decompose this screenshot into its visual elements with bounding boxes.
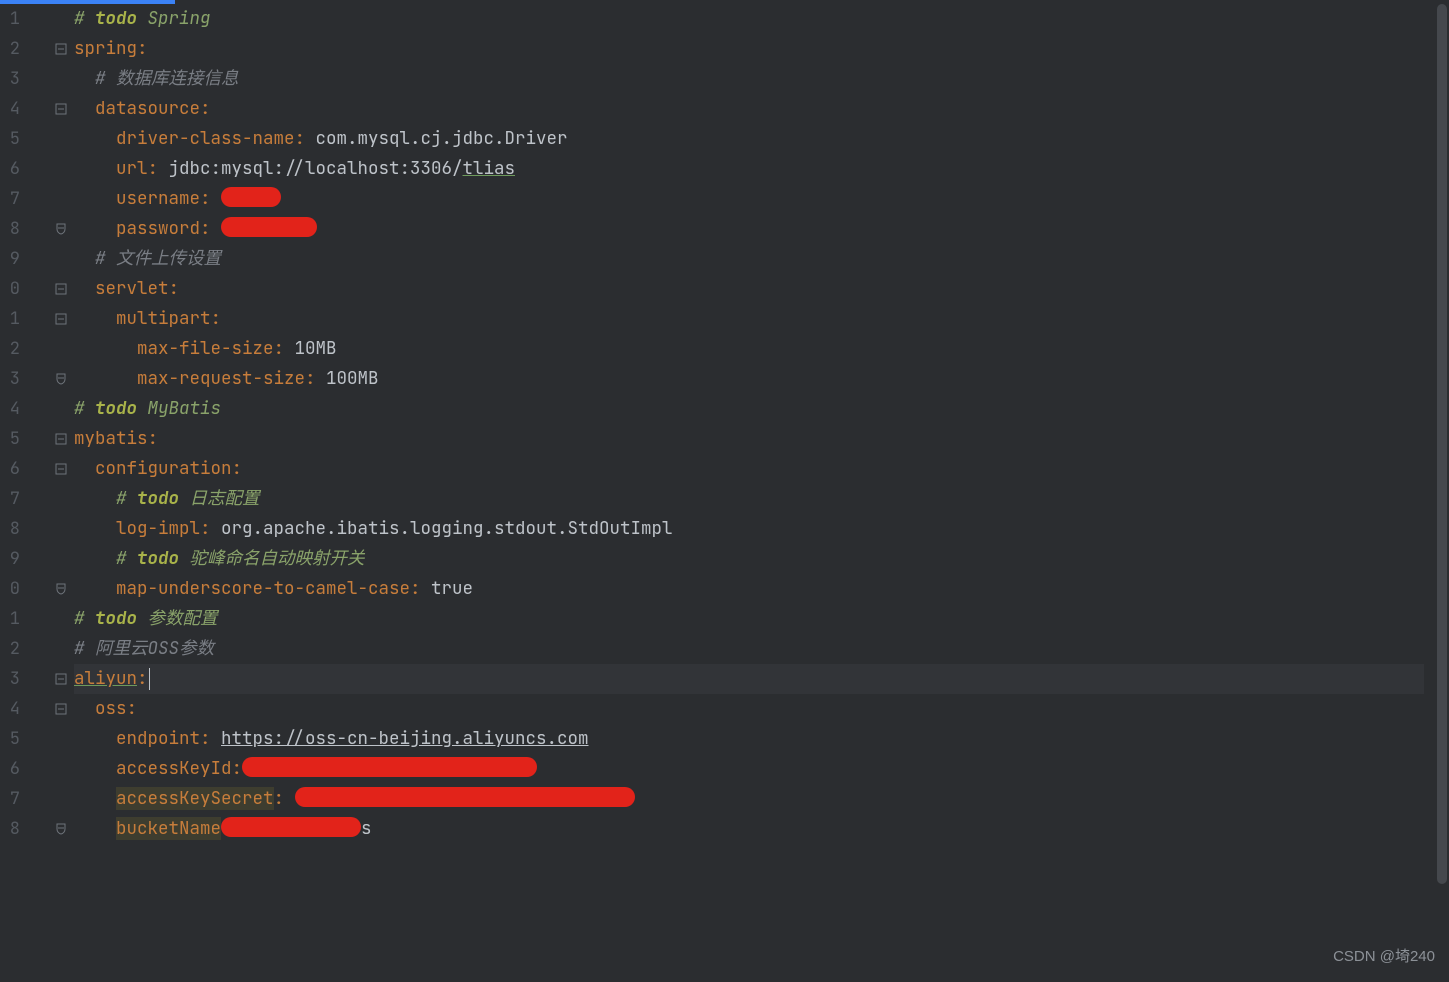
code-line[interactable]: accessKeySecret:	[74, 784, 1424, 814]
code-line[interactable]: max-file-size: 10MB	[74, 334, 1424, 364]
code-line[interactable]: mybatis:	[74, 424, 1424, 454]
fold-icon	[50, 544, 72, 574]
code-line[interactable]: configuration:	[74, 454, 1424, 484]
code-line[interactable]: aliyun:	[74, 664, 1424, 694]
code-line[interactable]: accessKeyId:	[74, 754, 1424, 784]
fold-icon[interactable]	[50, 424, 72, 454]
fold-icon	[50, 394, 72, 424]
line-number: 3	[0, 664, 50, 694]
code-line[interactable]: log-impl: org.apache.ibatis.logging.stdo…	[74, 514, 1424, 544]
line-number: 4	[0, 694, 50, 724]
line-number: 8	[0, 814, 50, 844]
code-line[interactable]: oss:	[74, 694, 1424, 724]
fold-icon	[50, 244, 72, 274]
fold-icon	[50, 754, 72, 784]
fold-icon[interactable]	[50, 214, 72, 244]
line-number: 9	[0, 244, 50, 274]
scrollbar-thumb[interactable]	[1437, 4, 1447, 884]
code-line[interactable]: # 阿里云OSS参数	[74, 634, 1424, 664]
line-number: 9	[0, 544, 50, 574]
line-number: 4	[0, 394, 50, 424]
fold-icon[interactable]	[50, 574, 72, 604]
fold-icon	[50, 514, 72, 544]
line-number: 3	[0, 64, 50, 94]
code-line[interactable]: spring:	[74, 34, 1424, 64]
fold-icon	[50, 724, 72, 754]
fold-icon[interactable]	[50, 94, 72, 124]
line-number: 0	[0, 274, 50, 304]
line-number: 7	[0, 484, 50, 514]
line-number: 2	[0, 34, 50, 64]
code-line[interactable]: # 文件上传设置	[74, 244, 1424, 274]
line-number: 5	[0, 724, 50, 754]
line-number: 6	[0, 454, 50, 484]
fold-gutter[interactable]	[50, 4, 72, 982]
code-line[interactable]: # todo 参数配置	[74, 604, 1424, 634]
line-number: 5	[0, 124, 50, 154]
code-line[interactable]: map-underscore-to-camel-case: true	[74, 574, 1424, 604]
fold-icon	[50, 484, 72, 514]
fold-icon[interactable]	[50, 274, 72, 304]
fold-icon[interactable]	[50, 454, 72, 484]
line-number: 2	[0, 634, 50, 664]
code-line[interactable]: # 数据库连接信息	[74, 64, 1424, 94]
fold-icon[interactable]	[50, 34, 72, 64]
code-line[interactable]: username:	[74, 184, 1424, 214]
watermark: CSDN @埼240	[1333, 942, 1435, 972]
line-number: 2	[0, 334, 50, 364]
code-line[interactable]: bucketNames	[74, 814, 1424, 844]
fold-icon	[50, 634, 72, 664]
code-line[interactable]: password:	[74, 214, 1424, 244]
line-number: 0	[0, 574, 50, 604]
fold-icon[interactable]	[50, 304, 72, 334]
vertical-scrollbar[interactable]	[1435, 4, 1449, 982]
line-number: 5	[0, 424, 50, 454]
code-line[interactable]: datasource:	[74, 94, 1424, 124]
line-number: 6	[0, 154, 50, 184]
line-number: 8	[0, 514, 50, 544]
line-number: 7	[0, 184, 50, 214]
fold-icon	[50, 154, 72, 184]
fold-icon	[50, 4, 72, 34]
fold-icon[interactable]	[50, 814, 72, 844]
line-number: 4	[0, 94, 50, 124]
line-number: 6	[0, 754, 50, 784]
line-number: 8	[0, 214, 50, 244]
line-number: 1	[0, 4, 50, 34]
code-line[interactable]: servlet:	[74, 274, 1424, 304]
code-line[interactable]: # todo MyBatis	[74, 394, 1424, 424]
fold-icon	[50, 604, 72, 634]
code-line[interactable]: max-request-size: 100MB	[74, 364, 1424, 394]
fold-icon	[50, 784, 72, 814]
fold-icon	[50, 334, 72, 364]
line-gutter: 1234567890123456789012345678	[0, 4, 50, 982]
line-number: 7	[0, 784, 50, 814]
line-number: 3	[0, 364, 50, 394]
code-line[interactable]: # todo Spring	[74, 4, 1424, 34]
code-area[interactable]: # todo Springspring: # 数据库连接信息 datasourc…	[74, 4, 1424, 982]
line-number: 1	[0, 604, 50, 634]
fold-icon[interactable]	[50, 664, 72, 694]
fold-icon	[50, 124, 72, 154]
code-line[interactable]: endpoint: https://oss-cn-beijing.aliyunc…	[74, 724, 1424, 754]
code-editor[interactable]: 1234567890123456789012345678 # todo Spri…	[0, 4, 1449, 982]
fold-icon	[50, 64, 72, 94]
line-number: 1	[0, 304, 50, 334]
code-line[interactable]: # todo 日志配置	[74, 484, 1424, 514]
code-line[interactable]: multipart:	[74, 304, 1424, 334]
fold-icon[interactable]	[50, 694, 72, 724]
code-line[interactable]: # todo 驼峰命名自动映射开关	[74, 544, 1424, 574]
fold-icon[interactable]	[50, 364, 72, 394]
code-line[interactable]: driver-class-name: com.mysql.cj.jdbc.Dri…	[74, 124, 1424, 154]
fold-icon	[50, 184, 72, 214]
code-line[interactable]: url: jdbc:mysql://localhost:3306/tlias	[74, 154, 1424, 184]
